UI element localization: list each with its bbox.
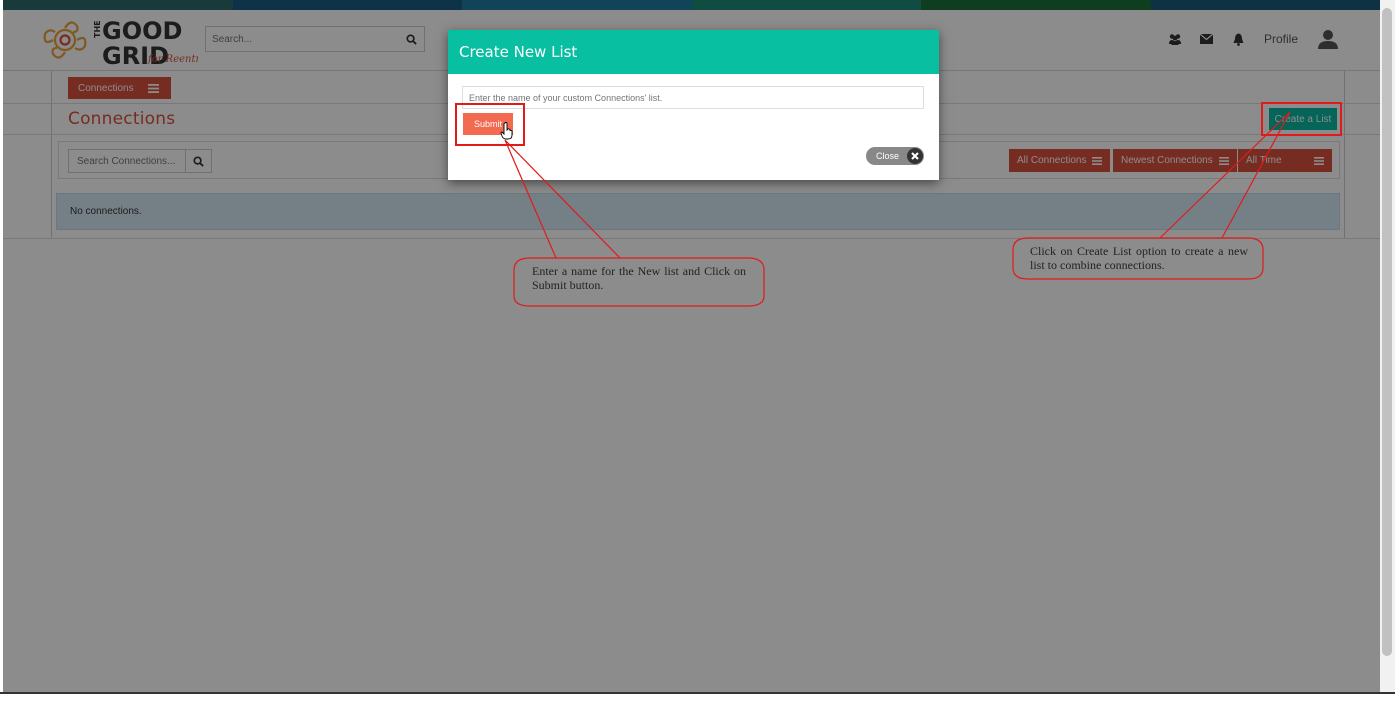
close-button-label: Close (876, 151, 900, 161)
scrollbar-thumb[interactable] (1382, 8, 1392, 656)
close-icon (907, 148, 923, 164)
close-button[interactable]: Close (866, 147, 924, 165)
submit-callout-text: Enter a name for the New list and Click … (532, 264, 746, 292)
create-list-callout-text: Click on Create List option to create a … (1030, 244, 1248, 272)
modal-title: Create New List (448, 30, 939, 74)
window-bottom-edge (0, 692, 1395, 701)
list-name-input[interactable] (462, 86, 924, 109)
create-list-modal: Create New List Submit Close (448, 30, 939, 180)
hand-cursor-icon (500, 122, 513, 140)
